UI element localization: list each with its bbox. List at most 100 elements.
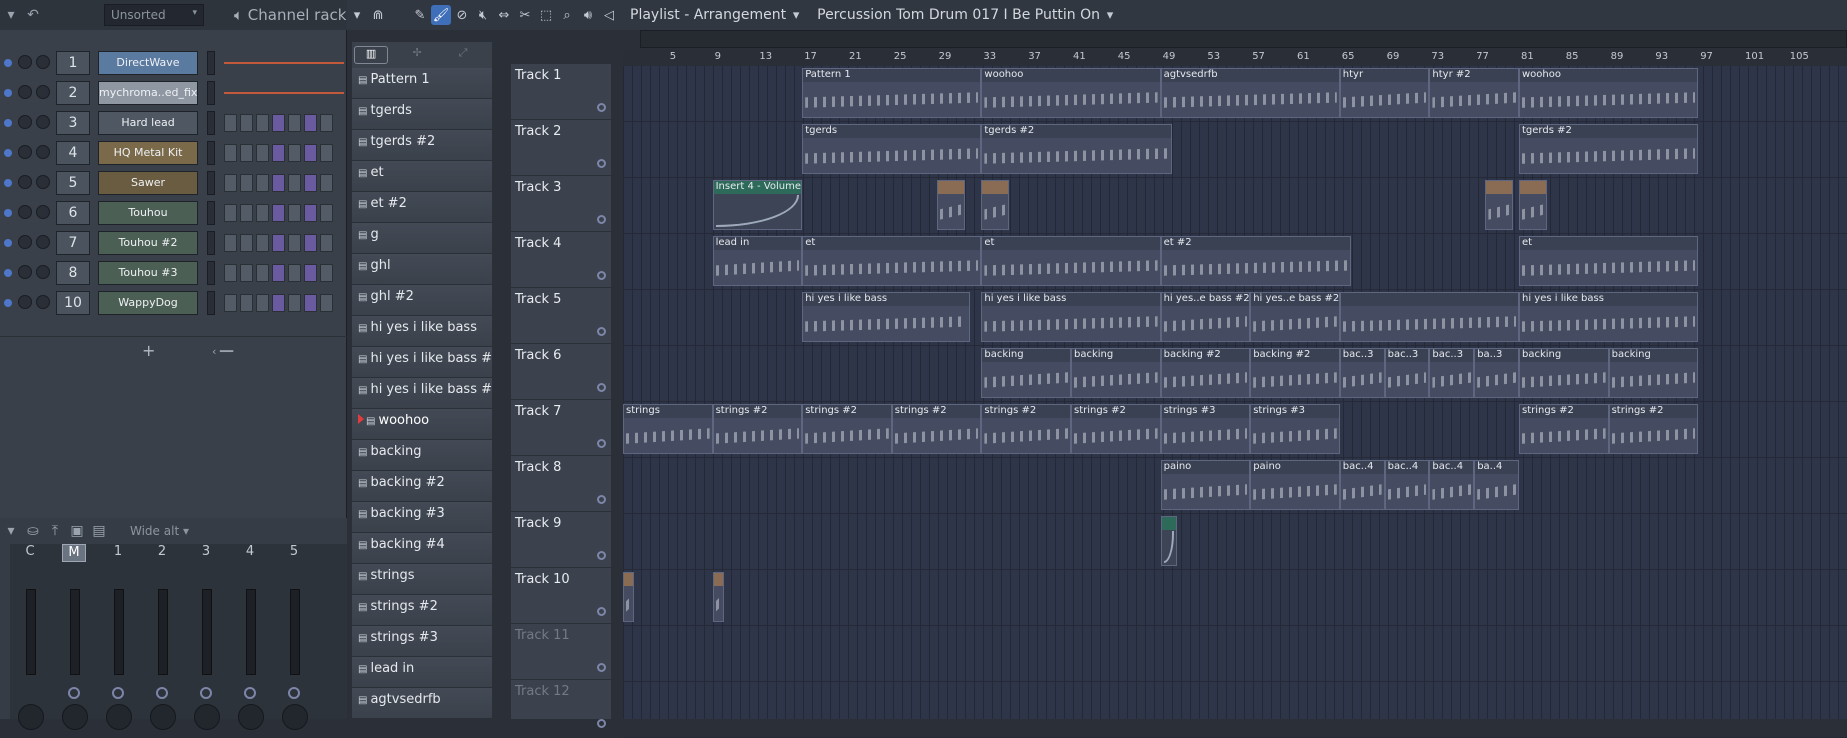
pan-knob[interactable] — [18, 265, 32, 279]
step-button[interactable] — [240, 144, 253, 162]
playlist-clip[interactable]: hi yes i like bass — [981, 292, 1161, 342]
track-lane[interactable] — [623, 682, 1847, 738]
dropdown-arrow-icon[interactable]: ▾ — [0, 520, 22, 542]
playlist-clip[interactable]: htyr #2 — [1429, 68, 1519, 118]
step-button[interactable] — [224, 294, 237, 312]
channel-select[interactable] — [207, 141, 215, 165]
playlist-clip[interactable]: strings — [623, 404, 713, 454]
mixer-send-led[interactable] — [112, 687, 124, 699]
channel-select[interactable] — [207, 51, 215, 75]
playlist-clip[interactable]: hi yes i like bass — [1519, 292, 1699, 342]
pan-knob[interactable] — [18, 235, 32, 249]
playlist-clip[interactable]: strings #2 — [1071, 404, 1161, 454]
playlist-clip[interactable] — [712, 572, 724, 622]
channel-name-button[interactable]: mychroma..ed_fix2 — [98, 81, 198, 105]
channel-row[interactable]: 5 Sawer — [0, 168, 347, 198]
step-button[interactable] — [224, 144, 237, 162]
track-mute-led[interactable] — [597, 103, 606, 112]
pattern-item[interactable]: ▤ et — [352, 161, 492, 192]
channel-led[interactable] — [4, 119, 12, 127]
mixer-fader[interactable] — [290, 589, 300, 675]
playlist-clip[interactable]: et #2 — [1160, 236, 1351, 286]
step-button[interactable] — [224, 114, 237, 132]
track-mute-led[interactable] — [597, 327, 606, 336]
step-button[interactable] — [256, 204, 269, 222]
playlist-clip[interactable] — [623, 572, 635, 622]
pattern-item[interactable]: ▤ strings — [352, 564, 492, 595]
timeline-ruler[interactable]: 5 9 13 17 21 25 29 33 37 41 45 49 53 57 61 65 69 73 77 81 85… — [623, 50, 1847, 66]
channel-select[interactable] — [207, 231, 215, 255]
step-button[interactable] — [304, 144, 317, 162]
pattern-item[interactable]: ▤ hi yes i like bass — [352, 316, 492, 347]
playlist-clip[interactable]: ba..4 — [1474, 460, 1519, 510]
channel-select[interactable] — [207, 171, 215, 195]
select-icon[interactable]: ⬚ — [536, 5, 556, 25]
track-header[interactable]: Track 8 — [511, 456, 611, 512]
playlist-clip[interactable]: bac..4 — [1384, 460, 1430, 510]
step-button[interactable] — [272, 234, 285, 252]
pencil-icon[interactable]: ✎ — [410, 5, 430, 25]
track-mute-led[interactable] — [597, 607, 606, 616]
channel-row[interactable]: 3 Hard lead — [0, 108, 347, 138]
step-button[interactable] — [240, 234, 253, 252]
step-button[interactable] — [256, 264, 269, 282]
channel-number[interactable]: 1 — [56, 51, 90, 75]
channel-name-button[interactable]: Touhou #2 — [98, 231, 198, 255]
step-button[interactable] — [304, 234, 317, 252]
volume-knob[interactable] — [36, 265, 50, 279]
channel-rack-title[interactable]: 🔈︎ Channel rack — [234, 6, 346, 24]
channel-select[interactable] — [207, 201, 215, 225]
paint-brush-icon[interactable]: 🖌︎ — [431, 5, 451, 25]
slice-icon[interactable]: ✂ — [515, 5, 535, 25]
playlist-clip[interactable]: hi yes i like bass — [802, 292, 971, 342]
playlist-title[interactable]: Playlist - Arrangement — [630, 7, 786, 23]
pattern-item[interactable]: ▤ hi yes i like bass #3 — [352, 347, 492, 378]
step-button[interactable] — [288, 174, 301, 192]
channel-row[interactable]: 7 Touhou #2 — [0, 228, 347, 258]
pan-knob[interactable] — [18, 85, 32, 99]
chevron-down-icon[interactable]: ▾ — [1100, 5, 1120, 25]
step-button[interactable] — [320, 264, 333, 282]
mixer-send-led[interactable] — [156, 687, 168, 699]
track-header[interactable]: Track 9 — [511, 512, 611, 568]
pattern-item[interactable]: ▤ tgerds — [352, 99, 492, 130]
playlist-clip[interactable]: strings #3 — [1160, 404, 1251, 454]
playlist-clip[interactable]: strings #2 — [891, 404, 982, 454]
automation-tab[interactable]: ⤢ — [446, 46, 480, 64]
volume-knob[interactable] — [36, 235, 50, 249]
mixer-track[interactable]: C — [10, 544, 50, 730]
mixer-pan-knob[interactable] — [194, 704, 220, 730]
channel-row[interactable]: 6 Touhou — [0, 198, 347, 228]
mute-icon[interactable]: 🔇︎ — [473, 5, 493, 25]
track-mute-led[interactable] — [597, 439, 606, 448]
channel-led[interactable] — [4, 149, 12, 157]
patterns-tab[interactable]: ▥ — [354, 46, 389, 64]
mixer-send-led[interactable] — [200, 687, 212, 699]
channel-led[interactable] — [4, 299, 12, 307]
mixer-send-led[interactable] — [244, 687, 256, 699]
pan-knob[interactable] — [18, 295, 32, 309]
playlist-clip[interactable]: tgerds #2 — [1519, 124, 1699, 174]
pattern-item[interactable]: ▤ backing #3 — [352, 502, 492, 533]
step-button[interactable] — [320, 114, 333, 132]
step-button[interactable] — [224, 234, 237, 252]
playlist-clip[interactable]: bac..4 — [1429, 460, 1475, 510]
playlist-clip[interactable]: backing — [1519, 348, 1609, 398]
arrangement-grid[interactable]: Pattern 1 woohoo agtvsedrfb htyr htyr #2 wooh… — [623, 66, 1847, 738]
playlist-clip[interactable]: paino — [1250, 460, 1340, 510]
playlist-clip[interactable]: et — [802, 236, 982, 286]
mixer-fader[interactable] — [114, 589, 124, 675]
playlist-clip[interactable]: tgerds — [802, 124, 982, 174]
playlist-clip[interactable]: bac..4 — [1339, 460, 1385, 510]
mixer-pan-knob[interactable] — [18, 704, 44, 730]
pan-knob[interactable] — [18, 175, 32, 189]
channel-number[interactable]: 6 — [56, 201, 90, 225]
channel-name-button[interactable]: HQ Metal Kit — [98, 141, 198, 165]
audio-clip-tab[interactable]: ✢ — [400, 46, 434, 64]
mixer-view-icon[interactable]: ▣ — [66, 520, 88, 542]
playlist-clip[interactable]: bac..3 — [1384, 348, 1430, 398]
step-button[interactable] — [256, 234, 269, 252]
track-lane[interactable] — [623, 626, 1847, 682]
mixer-send-led[interactable] — [68, 687, 80, 699]
step-button[interactable] — [304, 294, 317, 312]
